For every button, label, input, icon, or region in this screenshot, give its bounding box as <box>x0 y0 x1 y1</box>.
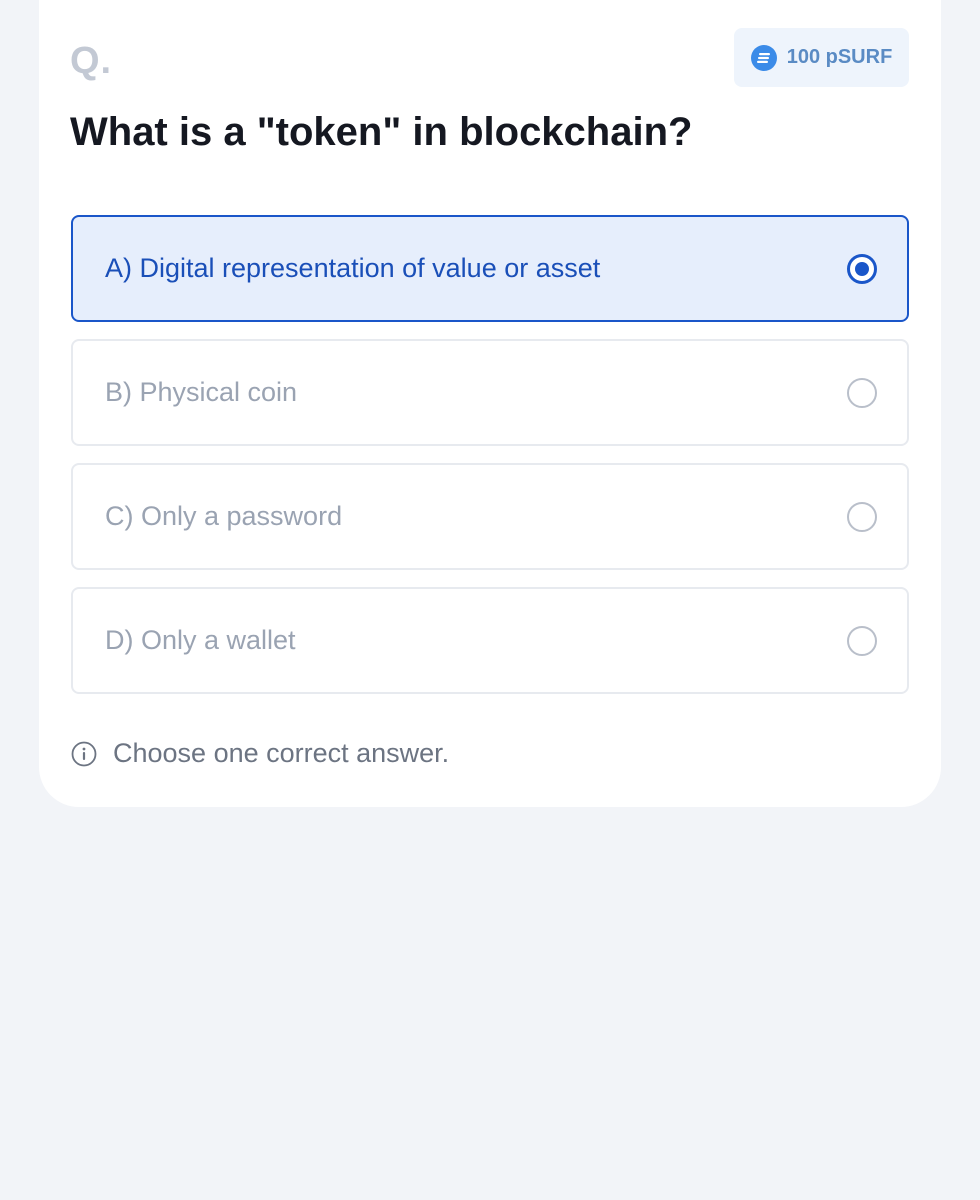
option-label: B) Physical coin <box>105 377 298 407</box>
hint: Choose one correct answer. <box>71 738 449 769</box>
question-marker: Q. <box>70 40 113 82</box>
coin-icon <box>750 44 777 71</box>
option-a[interactable]: A) Digital representation of value or as… <box>71 215 909 322</box>
hint-text: Choose one correct answer. <box>113 738 450 768</box>
option-b[interactable]: B) Physical coin <box>71 339 909 446</box>
question-text: What is a "token" in blockchain? <box>70 110 693 154</box>
option-label: C) Only a password <box>105 501 343 531</box>
radio-empty-icon[interactable] <box>847 501 877 532</box>
reward-badge: 100 pSURF <box>734 28 909 87</box>
radio-empty-icon[interactable] <box>847 625 877 656</box>
radio-empty-icon[interactable] <box>847 377 877 408</box>
option-d[interactable]: D) Only a wallet <box>71 587 909 694</box>
reward-amount: 100 pSURF <box>786 46 893 68</box>
radio-dot <box>855 261 869 276</box>
option-label: D) Only a wallet <box>105 625 296 655</box>
option-label: A) Digital representation of value or as… <box>105 253 601 283</box>
option-c[interactable]: C) Only a password <box>71 463 909 570</box>
info-icon <box>71 741 97 766</box>
radio-selected-icon[interactable] <box>847 253 877 284</box>
